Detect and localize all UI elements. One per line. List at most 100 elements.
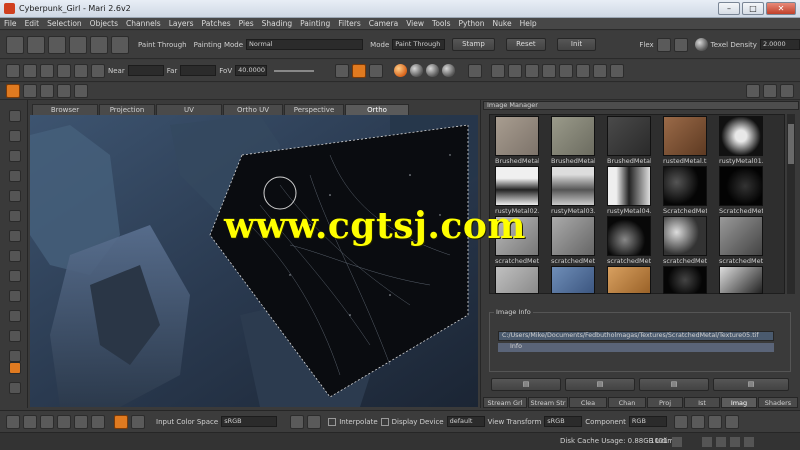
status-icon-d[interactable]	[744, 437, 754, 447]
grid-snap-icon[interactable]	[559, 63, 574, 78]
pointer-tool-icon[interactable]	[9, 130, 21, 142]
menu-edit[interactable]: Edit	[25, 19, 40, 28]
right-mask-icon[interactable]	[763, 84, 777, 98]
tab-image[interactable]: Imag	[721, 397, 757, 408]
tab-stream-str[interactable]: Stream Str	[528, 397, 568, 408]
swatch-tool-icon[interactable]	[9, 382, 21, 394]
paint-brush-icon[interactable]	[9, 190, 21, 202]
reset-button[interactable]: Reset	[506, 38, 546, 51]
gamma-icon[interactable]	[724, 414, 739, 429]
thumb-blue-metal[interactable]	[551, 266, 595, 294]
snapshot-icon[interactable]	[23, 63, 37, 78]
status-icon-b[interactable]	[716, 437, 726, 447]
menu-view[interactable]: View	[406, 19, 424, 28]
menu-camera[interactable]: Camera	[369, 19, 398, 28]
layout-icon[interactable]	[610, 63, 625, 78]
undo-icon[interactable]	[6, 414, 20, 429]
tab-ortho[interactable]: Ortho	[345, 104, 409, 115]
sun-icon[interactable]	[114, 414, 128, 429]
tab-proj[interactable]: Proj	[647, 397, 683, 408]
menu-pies[interactable]: Pies	[239, 19, 254, 28]
thumb-metal-h[interactable]	[495, 266, 539, 294]
select-tool-icon[interactable]	[9, 110, 21, 122]
menu-shading[interactable]: Shading	[262, 19, 292, 28]
eye-icon[interactable]	[23, 84, 37, 98]
image-action-4-button[interactable]: ▤	[713, 378, 789, 391]
brush-doc-icon[interactable]	[307, 414, 322, 429]
flat-shading-icon[interactable]	[352, 63, 367, 78]
thumb-scratched-metal-g[interactable]	[719, 216, 763, 256]
menu-tools[interactable]: Tools	[432, 19, 450, 28]
cube-icon[interactable]	[57, 63, 71, 78]
right-view-icon[interactable]	[780, 84, 794, 98]
open-file-icon[interactable]	[27, 35, 45, 54]
udim-stepper-icon[interactable]	[672, 437, 682, 447]
close-button[interactable]: ✕	[766, 2, 796, 15]
thumb-rusted-metal[interactable]	[663, 116, 707, 156]
painting-mode-select[interactable]: Normal	[246, 39, 364, 50]
thumb-rusty-metal-03[interactable]	[551, 166, 595, 206]
hand-tool-icon[interactable]	[9, 150, 21, 162]
thumb-scratched-metal-a[interactable]	[663, 166, 707, 206]
fill-tool-icon[interactable]	[9, 310, 21, 322]
display-device-select[interactable]: default	[446, 416, 485, 427]
status-icon-c[interactable]	[730, 437, 740, 447]
tab-projection[interactable]: Projection	[99, 104, 155, 115]
minimize-button[interactable]: –	[718, 2, 740, 15]
menu-file[interactable]: File	[4, 19, 17, 28]
far-field[interactable]	[180, 65, 217, 76]
menu-patches[interactable]: Patches	[202, 19, 231, 28]
transform-tool-icon[interactable]	[9, 210, 21, 222]
stamp-button[interactable]: Stamp	[451, 38, 496, 51]
thumb-brushed-metal-01[interactable]	[495, 116, 539, 156]
mask-icon[interactable]	[57, 84, 71, 98]
menu-filters[interactable]: Filters	[338, 19, 360, 28]
thumb-grunge-metal[interactable]	[719, 266, 763, 294]
brush-icon[interactable]	[91, 63, 105, 78]
component-select[interactable]: RGB	[628, 416, 667, 427]
new-file-icon[interactable]	[6, 35, 24, 54]
menu-nuke[interactable]: Nuke	[493, 19, 512, 28]
channel-icon[interactable]	[690, 414, 705, 429]
slice-tool-icon[interactable]	[9, 330, 21, 342]
frame-icon[interactable]	[468, 63, 483, 78]
menu-painting[interactable]: Painting	[300, 19, 330, 28]
texel-density-field[interactable]: 2.0000	[759, 39, 800, 50]
checkerboard-icon[interactable]	[491, 63, 506, 78]
zoom-tool-icon[interactable]	[9, 170, 21, 182]
grey-sphere-icon[interactable]	[410, 64, 424, 77]
exposure-icon[interactable]	[707, 414, 722, 429]
display-checkbox[interactable]	[380, 417, 389, 426]
tab-shaders[interactable]: Shaders	[758, 397, 798, 408]
tab-chan[interactable]: Chan	[608, 397, 646, 408]
thumb-rusty-metal-04[interactable]	[607, 166, 651, 206]
menu-selection[interactable]: Selection	[47, 19, 82, 28]
scale-icon[interactable]	[576, 63, 591, 78]
orange-sphere-icon[interactable]	[394, 64, 408, 77]
mirror-icon[interactable]	[593, 63, 608, 78]
camera-icon[interactable]	[6, 63, 20, 78]
paint-tool-icon[interactable]	[6, 84, 20, 98]
tab-browser[interactable]: Browser	[32, 104, 98, 115]
light-sphere-icon[interactable]	[442, 64, 456, 77]
menu-python[interactable]: Python	[459, 19, 485, 28]
save-file-icon[interactable]	[48, 35, 66, 54]
input-color-space-select[interactable]: sRGB	[221, 416, 278, 427]
image-path-field[interactable]: C:/Users/Mike/Documents/Fedbutholmagas/T…	[498, 331, 774, 341]
clone-tool-icon[interactable]	[9, 250, 21, 262]
image-action-3-button[interactable]: ▤	[639, 378, 709, 391]
import-icon[interactable]	[69, 35, 87, 54]
rotate-icon[interactable]	[91, 414, 105, 429]
menu-channels[interactable]: Channels	[126, 19, 161, 28]
blur-tool-icon[interactable]	[9, 230, 21, 242]
menu-help[interactable]: Help	[520, 19, 537, 28]
status-icon-a[interactable]	[702, 437, 712, 447]
tab-ist[interactable]: Ist	[684, 397, 720, 408]
tab-stream-grl[interactable]: Stream Grl	[483, 397, 527, 408]
image-info-row[interactable]: Info	[498, 343, 774, 352]
target-icon[interactable]	[74, 414, 88, 429]
shader-icon[interactable]	[335, 63, 350, 78]
visibility-icon[interactable]	[40, 84, 54, 98]
down-arrow-icon[interactable]	[40, 414, 54, 429]
tab-uv[interactable]: UV	[156, 104, 222, 115]
